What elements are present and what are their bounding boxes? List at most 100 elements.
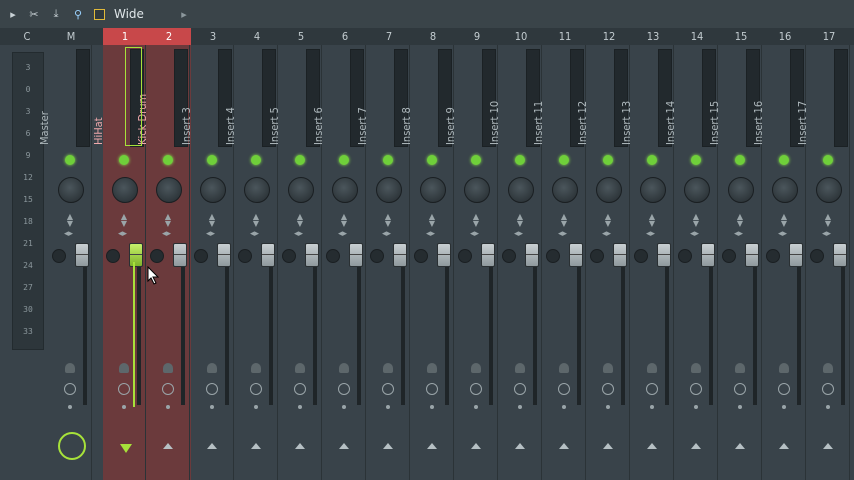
fx-icon[interactable] [691, 363, 701, 373]
header-num-4[interactable]: 4 [235, 28, 279, 45]
route-dot[interactable] [518, 405, 522, 409]
clock-icon[interactable] [646, 383, 658, 395]
pan-arrows-icon[interactable]: ◂▸ [382, 229, 396, 239]
clock-icon[interactable] [206, 383, 218, 395]
swap-icon[interactable]: ▲ ▼ [163, 213, 173, 228]
swap-icon[interactable]: ▲ ▼ [295, 213, 305, 228]
clock-icon[interactable] [778, 383, 790, 395]
channel-name[interactable]: Insert 15 [708, 55, 743, 145]
channel-name[interactable]: Insert 11 [532, 55, 567, 145]
header-num-14[interactable]: 14 [675, 28, 719, 45]
route-dot[interactable] [474, 405, 478, 409]
pan-arrows-icon[interactable]: ◂▸ [558, 229, 572, 239]
volume-fader[interactable] [437, 243, 451, 267]
send-arrow-icon[interactable] [559, 443, 569, 449]
pan-arrows-icon[interactable]: ◂▸ [162, 229, 176, 239]
volume-fader[interactable] [481, 243, 495, 267]
channel-name[interactable]: Insert 13 [620, 55, 655, 145]
clock-icon[interactable] [426, 383, 438, 395]
volume-fader[interactable] [173, 243, 187, 267]
enable-led[interactable] [207, 155, 217, 165]
fx-icon[interactable] [647, 363, 657, 373]
enable-led[interactable] [515, 155, 525, 165]
route-dot[interactable] [738, 405, 742, 409]
header-c[interactable]: C [8, 28, 46, 45]
swap-icon[interactable]: ▲ ▼ [603, 213, 613, 228]
pan-knob[interactable] [766, 249, 780, 263]
pan-arrows-icon[interactable]: ◂▸ [250, 229, 264, 239]
channel-name[interactable]: Insert 7 [356, 55, 391, 145]
pan-knob[interactable] [106, 249, 120, 263]
header-num-3[interactable]: 3 [191, 28, 235, 45]
header-num-17[interactable]: 17 [807, 28, 851, 45]
fx-icon[interactable] [603, 363, 613, 373]
fx-icon[interactable] [515, 363, 525, 373]
pan-arrows-icon[interactable]: ◂▸ [646, 229, 660, 239]
enable-led[interactable] [823, 155, 833, 165]
pan-arrows-icon[interactable]: ◂▸ [778, 229, 792, 239]
send-arrow-icon[interactable] [427, 443, 437, 449]
header-num-13[interactable]: 13 [631, 28, 675, 45]
channel-name[interactable]: Insert 8 [400, 55, 435, 145]
stereo-separation-knob[interactable] [816, 177, 842, 203]
fx-icon[interactable] [163, 363, 173, 373]
channel-name[interactable]: HiHat [92, 55, 127, 145]
enable-led[interactable] [163, 155, 173, 165]
pan-knob[interactable] [414, 249, 428, 263]
route-dot[interactable] [782, 405, 786, 409]
stereo-separation-knob[interactable] [640, 177, 666, 203]
pan-knob[interactable] [678, 249, 692, 263]
pan-knob[interactable] [238, 249, 252, 263]
volume-fader[interactable] [129, 243, 143, 267]
pan-arrows-icon[interactable]: ◂▸ [734, 229, 748, 239]
clock-icon[interactable] [822, 383, 834, 395]
pan-knob[interactable] [634, 249, 648, 263]
fx-icon[interactable] [119, 363, 129, 373]
enable-led[interactable] [603, 155, 613, 165]
pan-arrows-icon[interactable]: ◂▸ [690, 229, 704, 239]
send-arrow-icon[interactable] [251, 443, 261, 449]
stereo-separation-knob[interactable] [112, 177, 138, 203]
enable-led[interactable] [119, 155, 129, 165]
header-num-1[interactable]: 1 [103, 28, 147, 45]
pan-arrows-icon[interactable]: ◂▸ [426, 229, 440, 239]
channel-strip-17[interactable]: Insert 17 ▲ ▼ ◂▸ [796, 45, 850, 480]
header-num-16[interactable]: 16 [763, 28, 807, 45]
enable-led[interactable] [779, 155, 789, 165]
clock-icon[interactable] [64, 383, 76, 395]
send-arrow-icon[interactable] [339, 443, 349, 449]
route-dot[interactable] [342, 405, 346, 409]
clock-icon[interactable] [118, 383, 130, 395]
volume-fader[interactable] [305, 243, 319, 267]
swap-icon[interactable]: ▲ ▼ [559, 213, 569, 228]
stereo-separation-knob[interactable] [420, 177, 446, 203]
fx-icon[interactable] [207, 363, 217, 373]
channel-name[interactable]: Insert 4 [224, 55, 259, 145]
clock-icon[interactable] [338, 383, 350, 395]
header-num-12[interactable]: 12 [587, 28, 631, 45]
volume-fader[interactable] [525, 243, 539, 267]
swap-icon[interactable]: ▲ ▼ [471, 213, 481, 228]
clock-icon[interactable] [294, 383, 306, 395]
fx-icon[interactable] [383, 363, 393, 373]
pan-arrows-icon[interactable]: ◂▸ [822, 229, 836, 239]
send-arrow-icon[interactable] [383, 443, 393, 449]
clock-icon[interactable] [734, 383, 746, 395]
route-dot[interactable] [562, 405, 566, 409]
volume-fader[interactable] [393, 243, 407, 267]
pan-knob[interactable] [546, 249, 560, 263]
header-num-5[interactable]: 5 [279, 28, 323, 45]
volume-fader[interactable] [217, 243, 231, 267]
fx-icon[interactable] [779, 363, 789, 373]
enable-led[interactable] [691, 155, 701, 165]
fx-icon[interactable] [471, 363, 481, 373]
stereo-separation-knob[interactable] [200, 177, 226, 203]
send-arrow-icon[interactable] [207, 443, 217, 449]
swap-icon[interactable]: ▲ ▼ [119, 213, 129, 228]
channel-strip-master[interactable]: Master ▲ ▼ ◂▸ [38, 45, 92, 480]
pan-knob[interactable] [150, 249, 164, 263]
route-dot[interactable] [650, 405, 654, 409]
fx-icon[interactable] [251, 363, 261, 373]
enable-led[interactable] [647, 155, 657, 165]
clock-icon[interactable] [690, 383, 702, 395]
